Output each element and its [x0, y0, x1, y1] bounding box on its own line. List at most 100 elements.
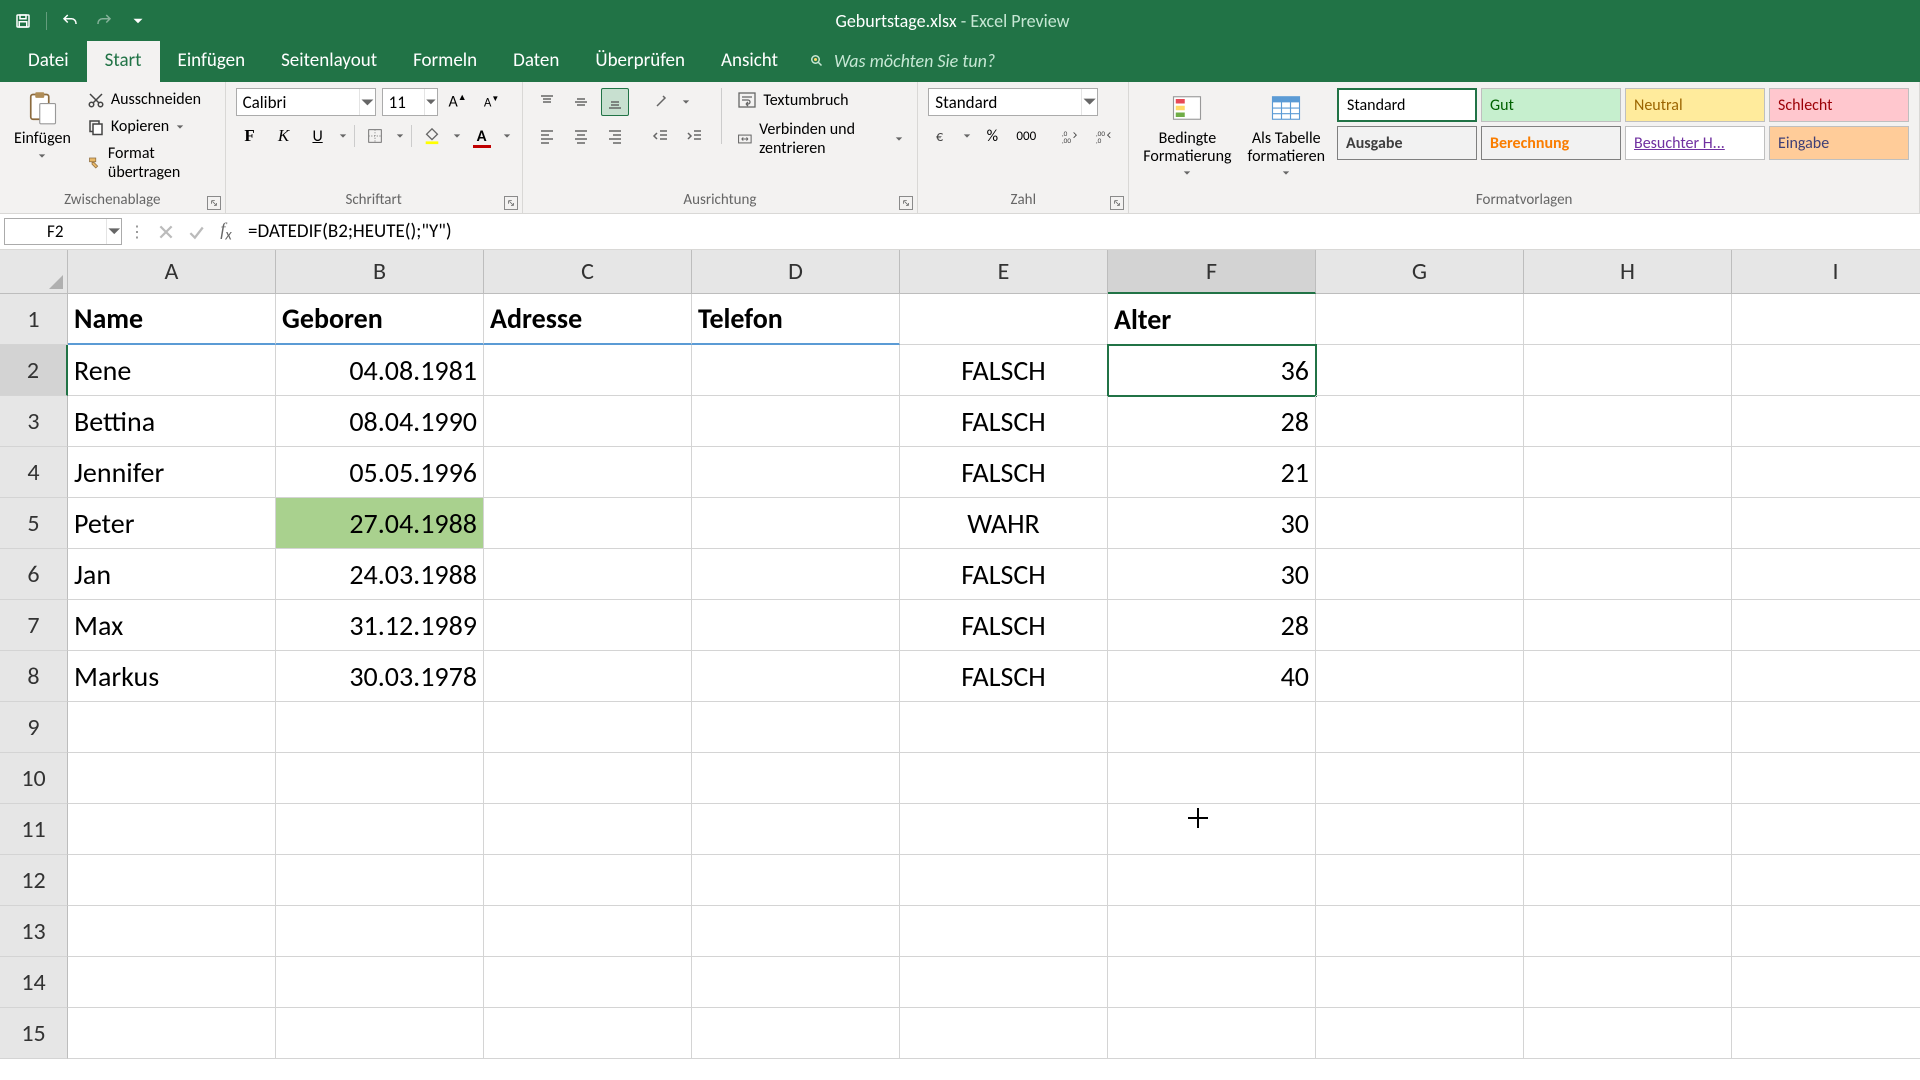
- formula-input[interactable]: [244, 220, 1920, 243]
- cell-B14[interactable]: [276, 957, 484, 1008]
- row-header-1[interactable]: 1: [0, 294, 68, 345]
- worksheet-grid[interactable]: ABCDEFGHI 123456789101112131415 NameGebo…: [0, 250, 1920, 1080]
- cell-style-berechnung[interactable]: Berechnung: [1481, 126, 1621, 160]
- col-header-E[interactable]: E: [900, 250, 1108, 294]
- tab-datei[interactable]: Datei: [10, 41, 87, 82]
- qat-customize-button[interactable]: [123, 6, 153, 36]
- cell-style-gut[interactable]: Gut: [1481, 88, 1621, 122]
- cell-E10[interactable]: [900, 753, 1108, 804]
- cell-I13[interactable]: [1732, 906, 1920, 957]
- cell-F2[interactable]: 36: [1108, 345, 1316, 396]
- row-header-12[interactable]: 12: [0, 855, 68, 906]
- cell-B5[interactable]: 27.04.1988: [276, 498, 484, 549]
- cells-area[interactable]: NameGeborenAdresseTelefonAlterRene04.08.…: [68, 294, 1920, 1059]
- tab-einfügen[interactable]: Einfügen: [160, 41, 264, 82]
- font-name-combo[interactable]: [236, 88, 376, 116]
- border-button[interactable]: [361, 122, 389, 150]
- name-box[interactable]: [4, 218, 122, 245]
- cell-E7[interactable]: FALSCH: [900, 600, 1108, 651]
- cell-F6[interactable]: 30: [1108, 549, 1316, 600]
- cell-D8[interactable]: [692, 651, 900, 702]
- copy-button[interactable]: Kopieren: [83, 115, 215, 138]
- row-header-4[interactable]: 4: [0, 447, 68, 498]
- tab-start[interactable]: Start: [87, 41, 160, 82]
- insert-function-button[interactable]: fx: [212, 218, 240, 246]
- cell-C8[interactable]: [484, 651, 692, 702]
- col-header-D[interactable]: D: [692, 250, 900, 294]
- col-header-F[interactable]: F: [1108, 250, 1316, 294]
- cell-E12[interactable]: [900, 855, 1108, 906]
- row-headers[interactable]: 123456789101112131415: [0, 294, 68, 1059]
- cell-G10[interactable]: [1316, 753, 1524, 804]
- col-header-C[interactable]: C: [484, 250, 692, 294]
- decrease-indent-button[interactable]: [647, 122, 675, 150]
- cell-E5[interactable]: WAHR: [900, 498, 1108, 549]
- font-dialog-launcher[interactable]: [504, 196, 518, 210]
- cell-F8[interactable]: 40: [1108, 651, 1316, 702]
- cell-I7[interactable]: [1732, 600, 1920, 651]
- row-header-7[interactable]: 7: [0, 600, 68, 651]
- cell-C15[interactable]: [484, 1008, 692, 1059]
- cell-G14[interactable]: [1316, 957, 1524, 1008]
- cell-A3[interactable]: Bettina: [68, 396, 276, 447]
- tell-me-search[interactable]: Was möchten Sie tun?: [808, 50, 995, 82]
- font-color-dropdown[interactable]: [502, 132, 512, 140]
- cell-A15[interactable]: [68, 1008, 276, 1059]
- cell-F5[interactable]: 30: [1108, 498, 1316, 549]
- underline-dropdown[interactable]: [338, 132, 348, 140]
- cell-B12[interactable]: [276, 855, 484, 906]
- row-header-15[interactable]: 15: [0, 1008, 68, 1059]
- row-header-13[interactable]: 13: [0, 906, 68, 957]
- cell-I15[interactable]: [1732, 1008, 1920, 1059]
- cell-B6[interactable]: 24.03.1988: [276, 549, 484, 600]
- wrap-text-button[interactable]: Textumbruch: [733, 88, 907, 112]
- cell-E3[interactable]: FALSCH: [900, 396, 1108, 447]
- merge-center-button[interactable]: Verbinden und zentrieren: [733, 118, 907, 160]
- number-format-combo[interactable]: [928, 88, 1098, 116]
- cell-D9[interactable]: [692, 702, 900, 753]
- cell-D15[interactable]: [692, 1008, 900, 1059]
- cell-I8[interactable]: [1732, 651, 1920, 702]
- comma-style-button[interactable]: 000: [1012, 122, 1040, 150]
- italic-button[interactable]: K: [270, 122, 298, 150]
- cell-F14[interactable]: [1108, 957, 1316, 1008]
- cell-E13[interactable]: [900, 906, 1108, 957]
- cell-A8[interactable]: Markus: [68, 651, 276, 702]
- cell-I14[interactable]: [1732, 957, 1920, 1008]
- accounting-dropdown[interactable]: [962, 132, 972, 140]
- enter-formula-button[interactable]: [182, 218, 210, 246]
- cell-A10[interactable]: [68, 753, 276, 804]
- font-color-button[interactable]: A: [468, 122, 496, 150]
- number-dialog-launcher[interactable]: [1110, 196, 1124, 210]
- cell-G13[interactable]: [1316, 906, 1524, 957]
- cell-G6[interactable]: [1316, 549, 1524, 600]
- cell-style-eingabe[interactable]: Eingabe: [1769, 126, 1909, 160]
- cell-H9[interactable]: [1524, 702, 1732, 753]
- cell-B2[interactable]: 04.08.1981: [276, 345, 484, 396]
- cell-H3[interactable]: [1524, 396, 1732, 447]
- cell-D2[interactable]: [692, 345, 900, 396]
- cell-B9[interactable]: [276, 702, 484, 753]
- increase-indent-button[interactable]: [681, 122, 709, 150]
- cell-G2[interactable]: [1316, 345, 1524, 396]
- cancel-formula-button[interactable]: [152, 218, 180, 246]
- cell-I1[interactable]: [1732, 294, 1920, 345]
- align-middle-button[interactable]: [567, 88, 595, 116]
- cell-G3[interactable]: [1316, 396, 1524, 447]
- font-size-input[interactable]: [383, 92, 424, 113]
- cell-F13[interactable]: [1108, 906, 1316, 957]
- underline-button[interactable]: U: [304, 122, 332, 150]
- cell-C11[interactable]: [484, 804, 692, 855]
- cell-E2[interactable]: FALSCH: [900, 345, 1108, 396]
- cell-G12[interactable]: [1316, 855, 1524, 906]
- cell-A7[interactable]: Max: [68, 600, 276, 651]
- decrease-font-button[interactable]: A▼: [478, 88, 506, 116]
- fill-color-button[interactable]: [418, 122, 446, 150]
- cell-H13[interactable]: [1524, 906, 1732, 957]
- cell-D1[interactable]: Telefon: [692, 294, 900, 345]
- cell-I2[interactable]: [1732, 345, 1920, 396]
- name-box-input[interactable]: [5, 221, 106, 242]
- cell-A9[interactable]: [68, 702, 276, 753]
- cell-C3[interactable]: [484, 396, 692, 447]
- conditional-formatting-button[interactable]: Bedingte Formatierung: [1139, 88, 1235, 179]
